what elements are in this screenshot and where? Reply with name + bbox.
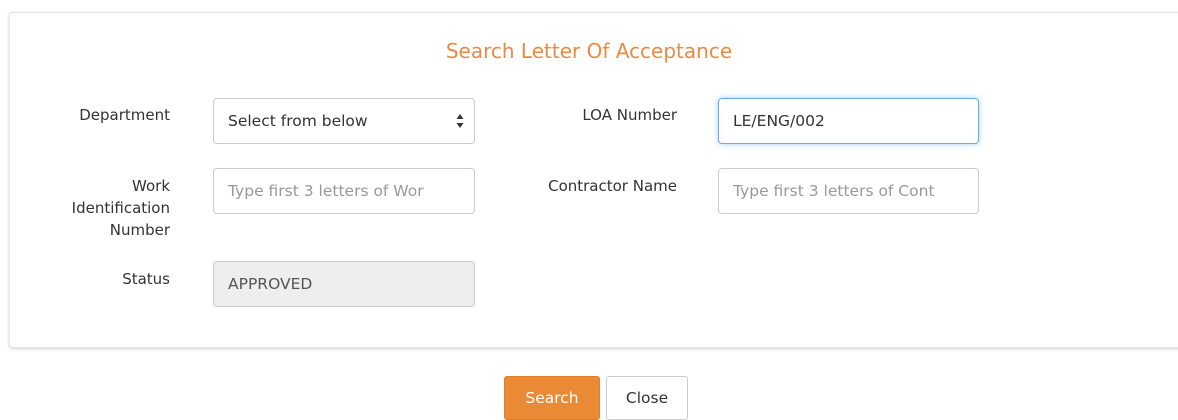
work-id-placeholder: Type first 3 letters of Wor bbox=[228, 182, 424, 200]
close-button[interactable]: Close bbox=[606, 376, 688, 420]
loa-number-input[interactable]: LE/ENG/002 bbox=[718, 98, 979, 144]
work-id-label-line3: Number bbox=[109, 221, 170, 239]
department-select[interactable]: Select from below bbox=[213, 98, 475, 144]
status-label: Status bbox=[122, 270, 170, 288]
status-value: APPROVED bbox=[228, 275, 313, 293]
loa-number-label: LOA Number bbox=[582, 106, 677, 124]
work-id-label: Work Identification Number bbox=[20, 175, 170, 241]
work-id-input[interactable]: Type first 3 letters of Wor bbox=[213, 168, 475, 214]
status-field: APPROVED bbox=[213, 261, 475, 307]
work-id-label-line2: Identification bbox=[71, 199, 170, 217]
up-down-arrows-icon bbox=[456, 114, 464, 128]
contractor-name-input[interactable]: Type first 3 letters of Cont bbox=[718, 168, 979, 214]
department-label: Department bbox=[79, 106, 170, 124]
department-select-value: Select from below bbox=[228, 112, 368, 130]
contractor-name-label: Contractor Name bbox=[548, 177, 677, 195]
search-button[interactable]: Search bbox=[504, 376, 600, 420]
loa-number-value: LE/ENG/002 bbox=[733, 112, 825, 130]
work-id-label-line1: Work bbox=[132, 177, 170, 195]
contractor-name-placeholder: Type first 3 letters of Cont bbox=[733, 182, 935, 200]
form-title: Search Letter Of Acceptance bbox=[445, 39, 733, 63]
